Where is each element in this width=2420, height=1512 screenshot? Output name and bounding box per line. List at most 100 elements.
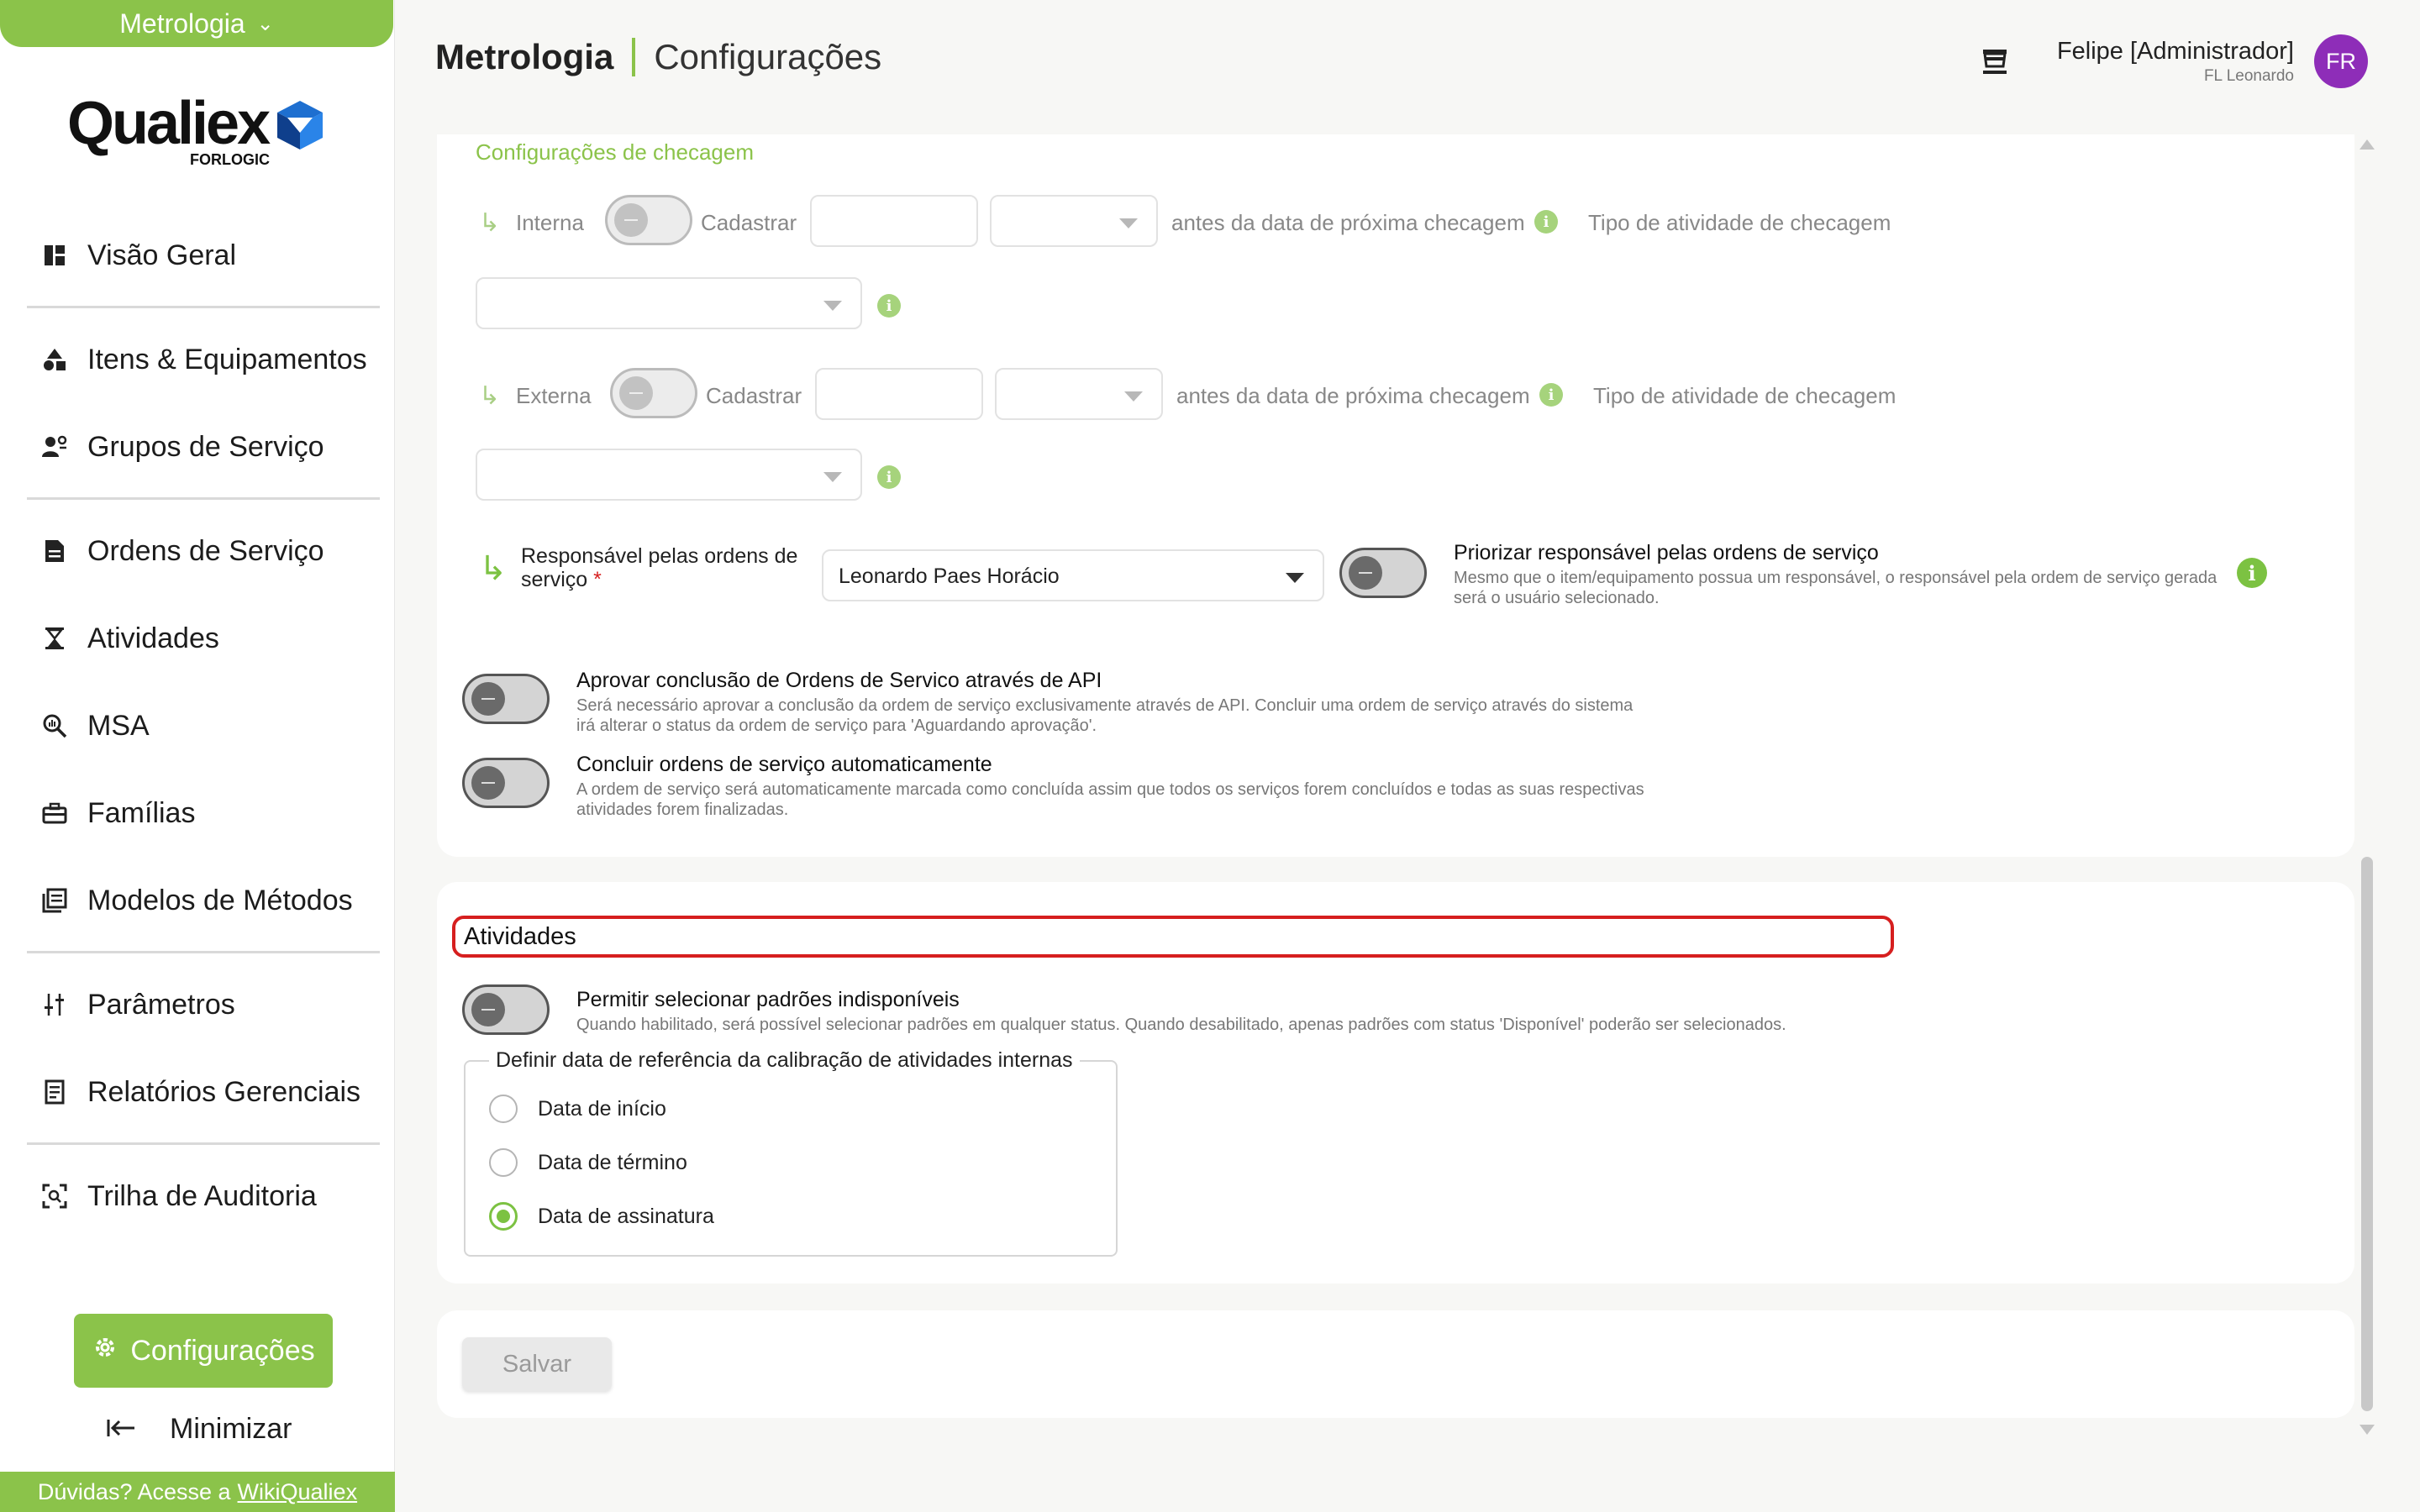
radio-label: Data de término (538, 1150, 687, 1174)
user-org: FL Leonardo (2203, 66, 2294, 85)
info-icon[interactable]: i (2237, 558, 2267, 588)
nav-item-familias[interactable]: Famílias (40, 788, 195, 838)
nav-item-visao-geral[interactable]: Visão Geral (40, 230, 236, 281)
minimize-label: Minimizar (170, 1412, 292, 1445)
nav-item-msa[interactable]: MSA (40, 701, 150, 751)
responsavel-value: Leonardo Paes Horácio (839, 564, 1060, 588)
nav-divider (27, 497, 380, 500)
concluir-auto-title: Concluir ordens de serviço automaticamen… (576, 753, 992, 776)
atividades-section-title: Atividades (452, 916, 1894, 958)
nav-label: Ordens de Serviço (87, 534, 324, 567)
help-text: Dúvidas? Acesse a (37, 1478, 231, 1504)
priorizar-toggle[interactable] (1339, 548, 1427, 598)
minimize-button[interactable]: Minimizar (106, 1408, 292, 1450)
checagem-heading: Configurações de checagem (476, 139, 754, 165)
permitir-desc: Quando habilitado, será possível selecio… (576, 1016, 1786, 1034)
priorizar-title: Priorizar responsável pelas ordens de se… (1454, 541, 1879, 564)
aprovar-api-toggle[interactable] (462, 674, 550, 724)
info-icon[interactable]: i (1539, 383, 1563, 407)
logo-subtitle: FORLOGIC (190, 151, 270, 168)
module-switcher[interactable]: Metrologia ⌄ (0, 0, 393, 47)
nav-item-ordens-servico[interactable]: Ordens de Serviço (40, 526, 324, 576)
app-title: Metrologia (435, 37, 614, 76)
permitir-title: Permitir selecionar padrões indisponívei… (576, 988, 960, 1011)
module-label: Metrologia (119, 8, 245, 39)
avatar[interactable]: FR (2314, 34, 2368, 88)
radio-button-selected[interactable] (489, 1202, 518, 1231)
concluir-auto-toggle[interactable] (462, 758, 550, 808)
required-mark: * (593, 568, 602, 591)
report-icon (40, 1078, 69, 1106)
radio-button[interactable] (489, 1095, 518, 1123)
nav-item-itens-equipamentos[interactable]: Itens & Equipamentos (40, 334, 367, 385)
nav-item-parametros[interactable]: Parâmetros (40, 979, 235, 1030)
nav-item-modelos-metodos[interactable]: Modelos de Métodos (40, 875, 353, 926)
nav-item-grupos-servico[interactable]: Grupos de Serviço (40, 422, 324, 472)
externa-before-text: antes da data de próxima checagem (1176, 383, 1530, 408)
collapse-left-icon (106, 1413, 136, 1446)
title-divider (632, 38, 636, 76)
radio-data-assinatura[interactable]: Data de assinatura (489, 1200, 714, 1233)
scroll-up-arrow-icon[interactable] (2360, 139, 2375, 150)
wiki-link[interactable]: WikiQualiex (238, 1479, 358, 1505)
scroll-thumb[interactable] (2361, 857, 2373, 1411)
externa-cadastrar-label: Cadastrar (706, 383, 802, 408)
nav-label: Parâmetros (87, 988, 235, 1021)
qualiex-logo: Qualiex FORLOGIC (67, 89, 328, 173)
config-label: Configurações (130, 1334, 315, 1367)
radio-data-inicio[interactable]: Data de início (489, 1092, 666, 1126)
externa-toggle[interactable] (610, 368, 697, 418)
nav-label: Modelos de Métodos (87, 884, 353, 916)
responsavel-select[interactable]: Leonardo Paes Horácio (822, 549, 1324, 601)
externa-days-input[interactable] (815, 368, 983, 420)
nav-item-trilha-auditoria[interactable]: Trilha de Auditoria (40, 1171, 317, 1221)
externa-label: Externa (516, 383, 592, 408)
audit-icon (40, 1182, 69, 1210)
subitem-arrow-icon: ↳ (479, 382, 501, 410)
sliders-icon (40, 990, 69, 1019)
info-icon[interactable]: i (1534, 210, 1558, 234)
interna-label: Interna (516, 210, 584, 235)
save-button[interactable]: Salvar (462, 1337, 612, 1391)
radio-data-termino[interactable]: Data de término (489, 1146, 687, 1179)
nav-label: Visão Geral (87, 239, 237, 271)
user-name: Felipe [Administrador] (2056, 37, 2294, 65)
interna-days-input[interactable] (810, 195, 978, 247)
user-area: Felipe [Administrador] FL Leonardo FR (1978, 32, 2368, 91)
interna-activity-type-label: Tipo de atividade de checagem (1588, 210, 1891, 235)
nav-label: Trilha de Auditoria (87, 1179, 317, 1212)
externa-activity-type-select[interactable] (476, 449, 862, 501)
radio-label: Data de assinatura (538, 1204, 714, 1228)
user-info[interactable]: Felipe [Administrador] FL Leonardo (2057, 38, 2294, 86)
logo-wordmark: Qualiex (67, 90, 271, 157)
info-icon[interactable]: i (877, 294, 901, 318)
nav-item-atividades[interactable]: Atividades (40, 613, 219, 664)
nav-label: MSA (87, 709, 150, 742)
document-icon (40, 537, 69, 565)
permitir-toggle[interactable] (462, 984, 550, 1035)
checagem-card: Configurações de checagem ↳ Interna Cada… (437, 134, 2354, 857)
radio-button[interactable] (489, 1148, 518, 1177)
aprovar-api-desc: Será necessário aprovar a conclusão da o… (576, 696, 1634, 735)
nav-divider (27, 306, 380, 308)
nav-label: Atividades (87, 622, 219, 654)
interna-activity-type-select[interactable] (476, 277, 862, 329)
subitem-arrow-icon: ↳ (479, 550, 508, 587)
subitem-arrow-icon: ↳ (479, 209, 501, 237)
atividades-card: Atividades Permitir selecionar padrões i… (437, 882, 2354, 1284)
priorizar-desc: Mesmo que o item/equipamento possua um r… (1454, 569, 2217, 607)
coffee-cup-icon[interactable] (1978, 45, 2012, 78)
config-button[interactable]: Configurações (74, 1314, 333, 1388)
scroll-down-arrow-icon[interactable] (2360, 1425, 2375, 1435)
nav-item-relatorios[interactable]: Relatórios Gerenciais (40, 1067, 360, 1117)
info-icon[interactable]: i (877, 465, 901, 489)
externa-unit-select[interactable] (995, 368, 1163, 420)
page-title: Metrologia Configurações (435, 34, 881, 81)
interna-unit-select[interactable] (990, 195, 1158, 247)
responsavel-label-text: Responsável pelas ordens de serviço (521, 544, 798, 591)
interna-toggle[interactable] (605, 195, 692, 245)
radio-label: Data de início (538, 1096, 666, 1121)
refdate-legend: Definir data de referência da calibração… (489, 1048, 1080, 1073)
interna-cadastrar-label: Cadastrar (701, 210, 797, 235)
refdate-group: Definir data de referência da calibração… (464, 1048, 1118, 1257)
